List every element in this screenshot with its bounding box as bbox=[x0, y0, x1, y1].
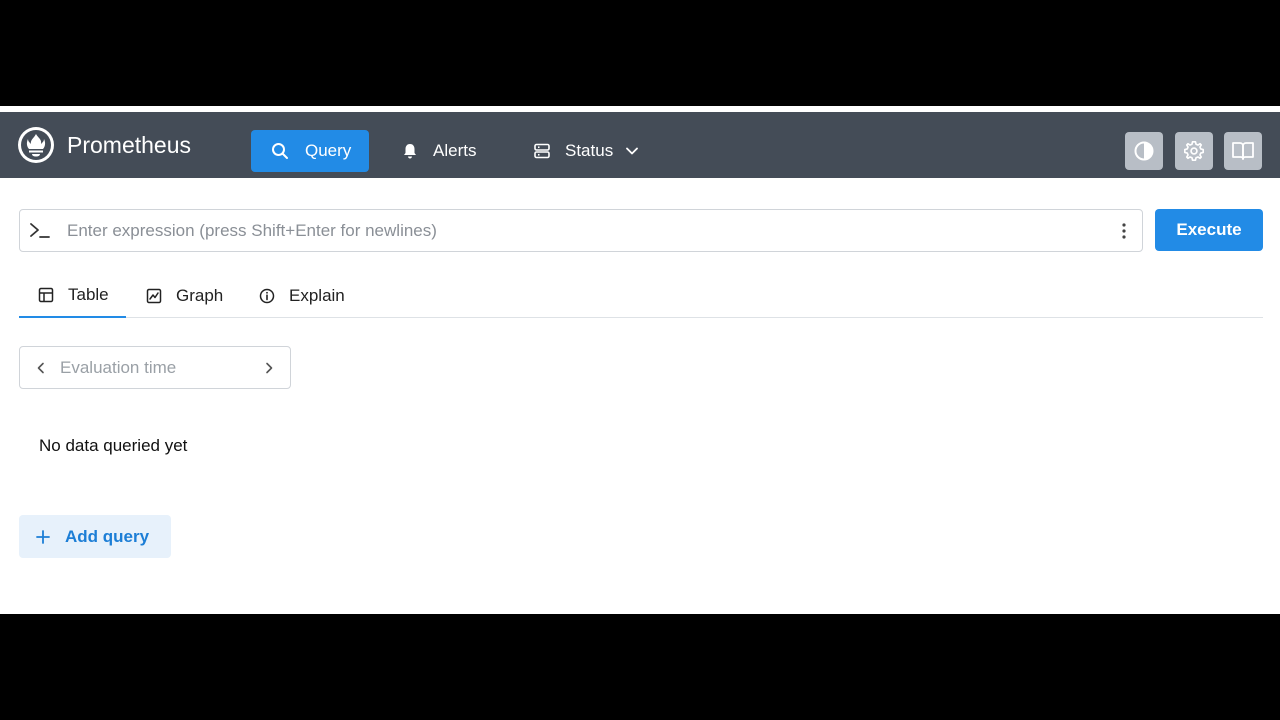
nav-alerts-label: Alerts bbox=[433, 141, 477, 160]
brand-name: Prometheus bbox=[67, 131, 192, 158]
brand[interactable]: Prometheus bbox=[18, 127, 191, 163]
tab-explain-label: Explain bbox=[289, 286, 345, 305]
chevron-right-icon bbox=[266, 362, 273, 374]
expression-input[interactable] bbox=[67, 210, 1107, 251]
info-icon bbox=[259, 288, 275, 304]
tab-table-label: Table bbox=[68, 285, 109, 304]
nav-query[interactable]: Query bbox=[251, 130, 369, 172]
add-query-button[interactable]: Add query bbox=[19, 515, 171, 558]
eval-time-next-button[interactable] bbox=[260, 359, 278, 377]
search-icon bbox=[272, 143, 288, 159]
execute-button[interactable]: Execute bbox=[1155, 209, 1263, 251]
gear-icon bbox=[1184, 141, 1204, 161]
settings-button[interactable] bbox=[1175, 132, 1213, 170]
letterbox-bottom bbox=[0, 614, 1280, 720]
tab-table[interactable]: Table bbox=[19, 274, 126, 318]
tab-graph[interactable]: Graph bbox=[146, 274, 223, 318]
table-icon bbox=[38, 287, 54, 303]
chevron-left-icon bbox=[37, 362, 44, 374]
empty-result-message: No data queried yet bbox=[39, 436, 188, 455]
evaluation-time-input[interactable] bbox=[60, 347, 260, 388]
eval-time-previous-button[interactable] bbox=[32, 359, 50, 377]
chart-icon bbox=[146, 288, 162, 304]
server-icon bbox=[534, 143, 550, 159]
prometheus-logo-icon bbox=[18, 127, 54, 163]
nav-status-label: Status bbox=[565, 141, 614, 160]
bell-icon bbox=[404, 144, 416, 159]
tab-graph-label: Graph bbox=[176, 286, 224, 305]
documentation-button[interactable] bbox=[1224, 132, 1262, 170]
theme-toggle-icon bbox=[1134, 141, 1154, 161]
terminal-prompt-icon bbox=[29, 221, 51, 246]
expression-editor bbox=[19, 209, 1143, 252]
prometheus-app: Prometheus Query Alerts Status Enter exp… bbox=[0, 106, 1280, 614]
navbar: Prometheus Query Alerts Status bbox=[0, 112, 1280, 178]
plus-icon bbox=[36, 529, 50, 544]
letterbox-top bbox=[0, 0, 1280, 106]
nav-status-dropdown[interactable]: Status bbox=[533, 130, 653, 172]
book-icon bbox=[1232, 142, 1254, 160]
nav-query-label: Query bbox=[305, 141, 352, 160]
theme-toggle-button[interactable] bbox=[1125, 132, 1163, 170]
nav-alerts[interactable]: Alerts bbox=[401, 130, 511, 172]
expression-options-button[interactable] bbox=[1114, 220, 1134, 242]
more-vertical-icon bbox=[1122, 223, 1126, 239]
result-tabs: Table Graph Explain bbox=[19, 274, 1263, 318]
add-query-label: Add query bbox=[65, 526, 150, 546]
evaluation-time-picker bbox=[19, 346, 291, 389]
tab-explain[interactable]: Explain bbox=[259, 274, 345, 318]
chevron-down-icon bbox=[626, 147, 639, 155]
